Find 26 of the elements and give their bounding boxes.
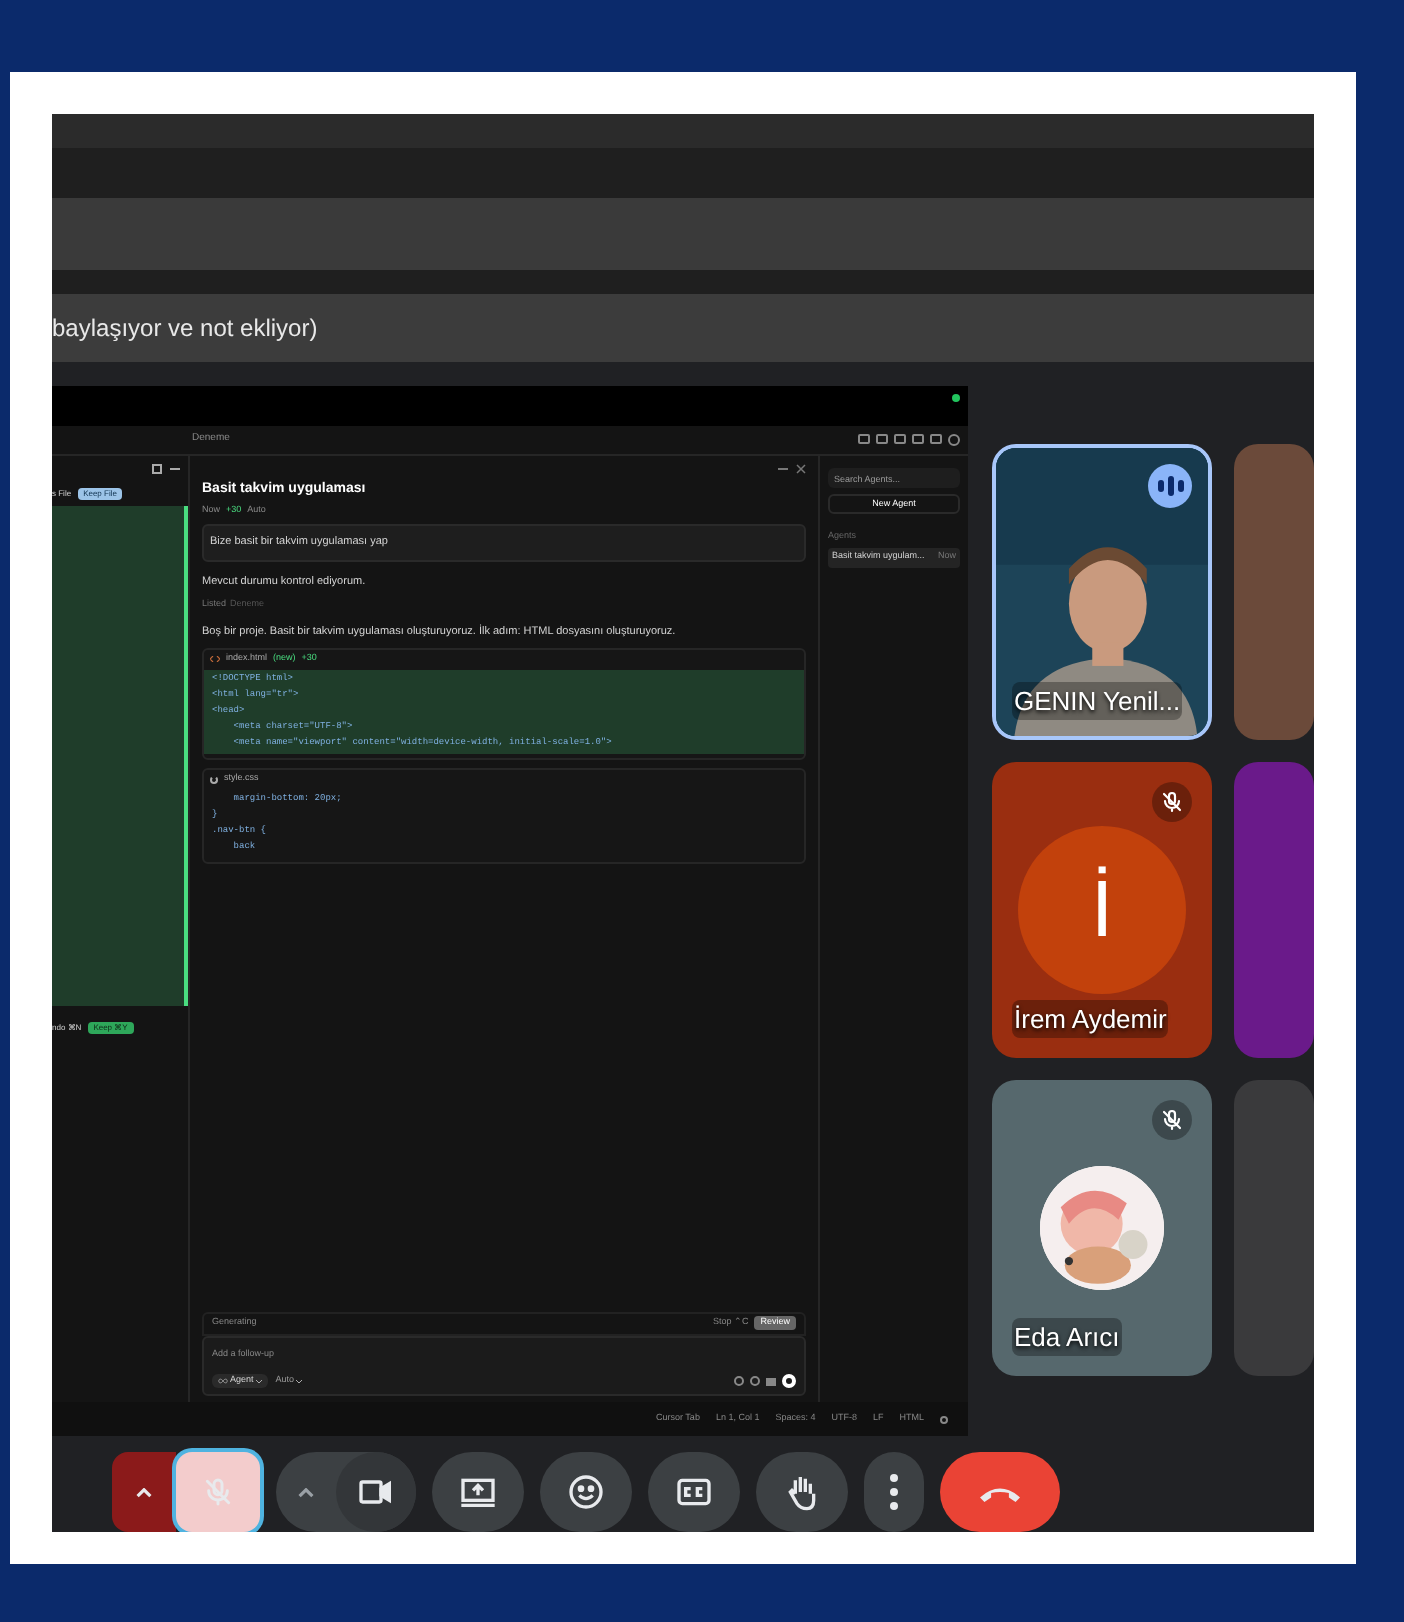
close-icon[interactable] (796, 463, 806, 473)
smiley-icon (566, 1472, 606, 1512)
more-vertical-icon (890, 1474, 898, 1510)
reactions-button[interactable] (540, 1452, 632, 1532)
leave-call-button[interactable] (940, 1452, 1060, 1532)
avatar-initial: İ (1090, 864, 1114, 958)
infinity-icon (218, 1378, 228, 1384)
muted-icon (1160, 1108, 1184, 1132)
muted-icon (1160, 790, 1184, 814)
camera-button[interactable] (336, 1452, 416, 1532)
more-options-button[interactable] (864, 1452, 924, 1532)
presentation-title: baylaşıyor ve not ekliyor) (52, 312, 318, 347)
chevron-up-icon (136, 1487, 152, 1497)
image-icon[interactable] (766, 1377, 776, 1385)
participant-name: GENIN Yenil... (1012, 681, 1183, 720)
split-icon[interactable] (152, 463, 162, 473)
participant-name: İrem Aydemir (1012, 999, 1169, 1038)
hang-up-icon (980, 1483, 1020, 1501)
chevron-up-icon (298, 1487, 314, 1497)
raise-hand-button[interactable] (756, 1452, 848, 1532)
present-button[interactable] (432, 1452, 524, 1532)
participant-name: Eda Arıcı (1012, 1317, 1122, 1356)
send-icon[interactable] (782, 1374, 796, 1388)
mic-off-icon (202, 1476, 234, 1508)
audio-options-button[interactable] (112, 1452, 176, 1532)
captions-button[interactable] (648, 1452, 740, 1532)
